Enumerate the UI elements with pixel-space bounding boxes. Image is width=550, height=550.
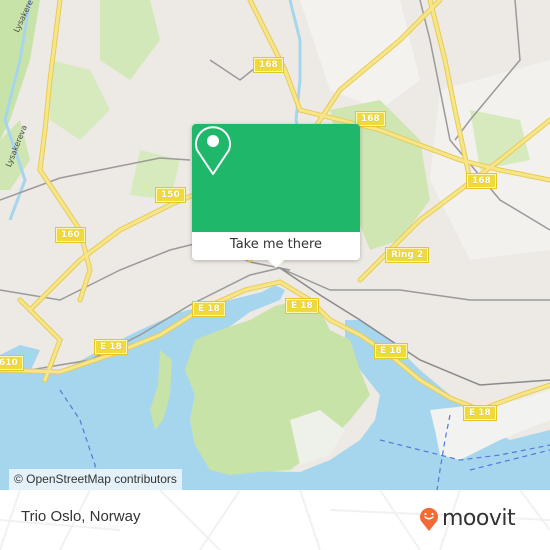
- popup-arrow: [268, 260, 284, 268]
- location-popup: Take me there: [192, 124, 360, 268]
- road-150: [27, 187, 208, 313]
- road-shield-150: 150: [155, 187, 186, 203]
- road-shield-168: 168: [355, 111, 386, 127]
- map-view[interactable]: 168 168 168 150 160 Ring 2 E 18 E 18 E 1…: [0, 0, 550, 490]
- road-shield-160: 160: [55, 227, 86, 243]
- park-area: [100, 0, 160, 80]
- road-shield-168: 168: [466, 173, 497, 189]
- moovit-logo[interactable]: moovit: [419, 506, 516, 532]
- urban-area: [300, 0, 420, 110]
- popup-header: [192, 124, 360, 232]
- road-shield-e18: E 18: [94, 339, 128, 355]
- moovit-pin-icon: [420, 507, 438, 531]
- brand-name: moovit: [442, 506, 516, 531]
- place-name: Trio Oslo, Norway: [21, 508, 141, 525]
- park-area: [50, 60, 110, 140]
- road-shield-e18: E 18: [192, 301, 226, 317]
- road-shield-168: 168: [253, 57, 284, 73]
- road-shield-e18: E 18: [285, 298, 319, 314]
- location-pin-icon: [195, 126, 231, 175]
- map-attribution[interactable]: © OpenStreetMap contributors: [9, 469, 182, 490]
- take-me-there-button[interactable]: Take me there: [192, 232, 360, 260]
- road-shield-e18: E 18: [374, 343, 408, 359]
- road-shield-610: 610: [0, 355, 24, 371]
- road-shield-e18: E 18: [463, 405, 497, 421]
- footer: Trio Oslo, Norway moovit: [0, 490, 550, 550]
- road-shield-ring2: Ring 2: [384, 247, 430, 263]
